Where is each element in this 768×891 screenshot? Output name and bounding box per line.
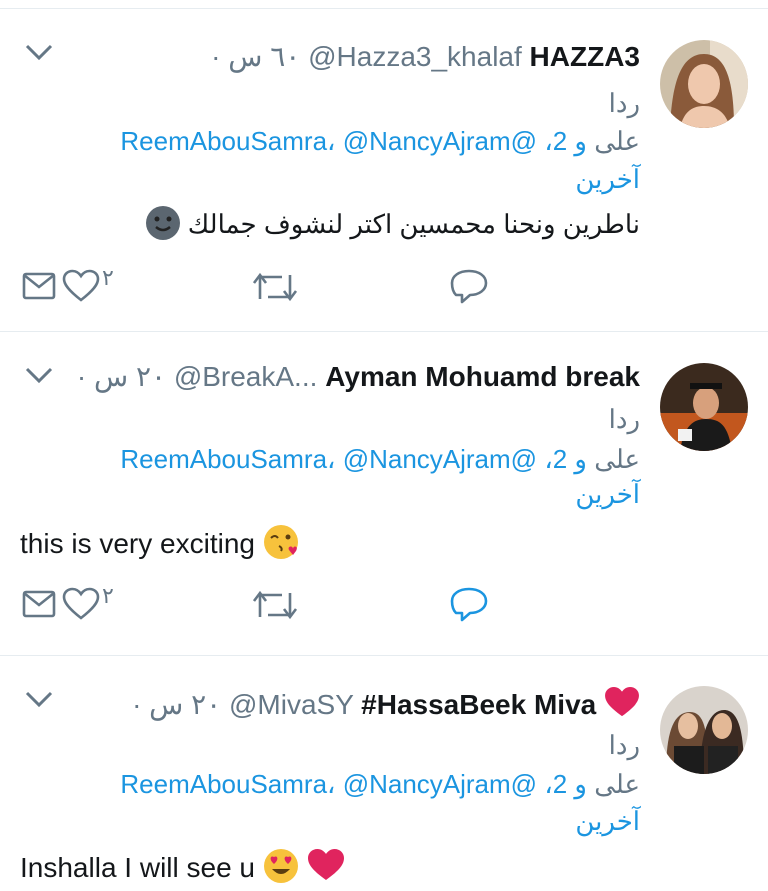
slightly-smiling-emoji-icon <box>145 206 181 240</box>
user-handle[interactable]: @MivaSY <box>229 689 353 720</box>
avatar[interactable] <box>660 363 748 451</box>
tweet-text-content: Inshalla I will see u <box>20 852 256 883</box>
envelope-icon[interactable] <box>22 589 56 619</box>
reply-on-label: على <box>594 126 640 156</box>
others-link[interactable]: و 2 <box>553 769 587 799</box>
chevron-down-icon[interactable] <box>22 41 56 63</box>
reply-to-line: على و 2، @ReemAbouSamra، @NancyAjram <box>120 126 640 156</box>
avatar[interactable] <box>660 686 748 774</box>
tweet-item[interactable]: · ٢٠ س @BreakA... Ayman Mohuamd break رد… <box>0 332 768 656</box>
like-count: ٢ <box>102 265 114 290</box>
speech-bubble-icon[interactable] <box>450 269 488 305</box>
mention-link[interactable]: @NancyAjram <box>343 444 511 474</box>
reply-on-label: على <box>594 444 640 474</box>
user-handle[interactable]: @BreakA... <box>174 361 318 392</box>
tweet-text: this is very exciting <box>20 524 299 562</box>
tweet-header: · ٢٠ س @BreakA... Ayman Mohuamd break <box>77 360 640 394</box>
tweet-actions: ٢ <box>20 583 768 625</box>
tweet-actions: ٢ <box>20 265 768 307</box>
reply-label: ردا <box>608 730 640 760</box>
reply-to-line: على و 2، @ReemAbouSamra، @NancyAjram <box>120 444 640 474</box>
reply-to-line: على و 2، @ReemAbouSamra، @NancyAjram <box>120 769 640 799</box>
avatar[interactable] <box>660 40 748 128</box>
retweet-icon[interactable] <box>252 269 298 305</box>
tweet-text: Inshalla I will see u <box>20 848 345 886</box>
heart-icon[interactable] <box>62 587 100 621</box>
tweet-item[interactable]: · ٦٠ س @Hazza3_khalaf HAZZA3 ردا على و 2… <box>0 9 768 332</box>
tweet-time[interactable]: · ٢٠ س <box>77 361 166 392</box>
mention-link[interactable]: @NancyAjram <box>343 126 511 156</box>
user-name[interactable]: HAZZA3 <box>530 41 640 72</box>
heart-icon[interactable] <box>62 269 100 303</box>
others-link-cont[interactable]: آخرين <box>575 477 640 511</box>
user-name[interactable]: Ayman Mohuamd break <box>325 361 640 392</box>
envelope-icon[interactable] <box>22 271 56 301</box>
red-heart-emoji-icon <box>307 849 345 883</box>
reply-on-label: على <box>594 769 640 799</box>
mention-link[interactable]: @NancyAjram <box>343 769 511 799</box>
tweet-header: · ٢٠ س @MivaSY #HassaBeek Miva <box>132 686 640 722</box>
tweet-text-content: ناطرين ونحنا محمسين اكتر لنشوف جمالك <box>187 209 640 239</box>
retweet-icon[interactable] <box>252 587 298 623</box>
tweet-time[interactable]: · ٦٠ س <box>211 41 300 72</box>
tweet-time[interactable]: · ٢٠ س <box>132 689 221 720</box>
heart-eyes-emoji-icon <box>263 849 307 883</box>
tweet-text-content: this is very exciting <box>20 528 255 559</box>
user-handle[interactable]: @Hazza3_khalaf <box>308 41 522 72</box>
chevron-down-icon[interactable] <box>22 364 56 386</box>
red-heart-emoji-icon <box>604 686 640 720</box>
others-link-cont[interactable]: آخرين <box>575 162 640 196</box>
others-link[interactable]: و 2 <box>553 126 587 156</box>
tweet-text: ناطرين ونحنا محمسين اكتر لنشوف جمالك <box>145 205 640 242</box>
reply-label: ردا <box>608 88 640 118</box>
tweet-item[interactable]: · ٢٠ س @MivaSY #HassaBeek Miva ردا على و… <box>0 656 768 891</box>
others-link[interactable]: و 2 <box>553 444 587 474</box>
reply-label: ردا <box>608 404 640 434</box>
chevron-down-icon[interactable] <box>22 688 56 710</box>
face-blowing-kiss-emoji-icon <box>263 525 299 559</box>
top-divider <box>0 0 768 9</box>
others-link-cont[interactable]: آخرين <box>575 804 640 838</box>
speech-bubble-icon[interactable] <box>450 587 488 623</box>
tweet-header: · ٦٠ س @Hazza3_khalaf HAZZA3 <box>211 40 640 74</box>
like-count: ٢ <box>102 583 114 608</box>
user-name[interactable]: #HassaBeek Miva <box>361 689 596 720</box>
